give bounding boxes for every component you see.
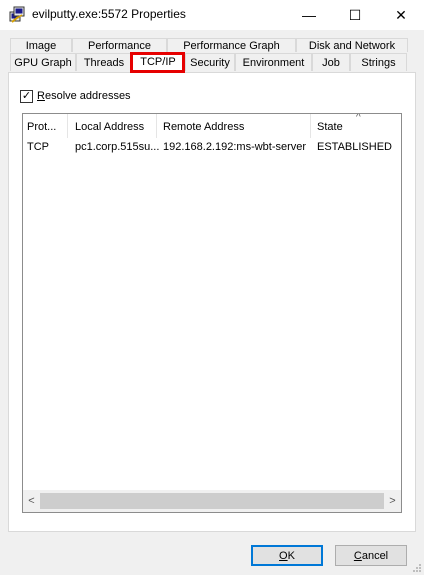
tab-security[interactable]: Security bbox=[185, 53, 235, 71]
label-rest: esolve addresses bbox=[44, 90, 131, 102]
minimize-button[interactable]: — bbox=[286, 0, 332, 30]
cell-protocol: TCP bbox=[27, 141, 49, 153]
tab-strings[interactable]: Strings bbox=[350, 53, 407, 71]
title-bar[interactable]: evilputty.exe:5572 Properties — ☐ ✕ bbox=[0, 0, 424, 30]
tab-gpu-graph[interactable]: GPU Graph bbox=[10, 53, 76, 71]
cancel-button[interactable]: Cancel bbox=[335, 545, 407, 566]
close-button[interactable]: ✕ bbox=[378, 0, 424, 30]
tab-performance[interactable]: Performance bbox=[72, 38, 167, 52]
connections-list[interactable]: Prot... Local Address Remote Address Sta… bbox=[22, 113, 402, 513]
tab-disk-and-network[interactable]: Disk and Network bbox=[296, 38, 408, 52]
cell-remote-address: 192.168.2.192:ms-wbt-server bbox=[163, 141, 307, 153]
scrollbar-thumb[interactable] bbox=[40, 493, 384, 509]
checkbox-box[interactable]: ✓ bbox=[20, 89, 33, 103]
tab-threads[interactable]: Threads bbox=[76, 53, 132, 71]
scroll-right-icon[interactable]: > bbox=[384, 490, 401, 512]
tab-performance-graph[interactable]: Performance Graph bbox=[167, 38, 296, 52]
tab-job[interactable]: Job bbox=[312, 53, 350, 71]
maximize-button[interactable]: ☐ bbox=[332, 0, 378, 30]
tab-strip: Image Performance Performance Graph Disk… bbox=[0, 30, 424, 73]
table-row[interactable]: TCP pc1.corp.515su... 192.168.2.192:ms-w… bbox=[23, 139, 401, 155]
column-header-protocol[interactable]: Prot... bbox=[23, 114, 68, 138]
access-key-r: R bbox=[37, 90, 45, 102]
cell-state: ESTABLISHED bbox=[317, 141, 392, 153]
tab-image[interactable]: Image bbox=[10, 38, 72, 52]
resolve-addresses-checkbox[interactable]: ✓ Resolve addresses bbox=[20, 88, 131, 104]
ok-rest: K bbox=[287, 549, 295, 562]
access-key-o: O bbox=[279, 549, 288, 562]
column-header-local-address[interactable]: Local Address bbox=[71, 114, 157, 138]
sort-arrow-icon: ^ bbox=[356, 113, 361, 123]
resolve-addresses-label: Resolve addresses bbox=[37, 90, 131, 102]
resize-grip-icon[interactable] bbox=[412, 563, 422, 573]
scroll-left-icon[interactable]: < bbox=[23, 490, 40, 512]
horizontal-scrollbar[interactable]: < > bbox=[23, 490, 401, 512]
check-icon: ✓ bbox=[21, 89, 32, 102]
window-title: evilputty.exe:5572 Properties bbox=[32, 7, 186, 21]
annotation-highlight-box bbox=[130, 52, 185, 73]
cell-local-address: pc1.corp.515su... bbox=[75, 141, 159, 153]
column-header-remote-address[interactable]: Remote Address bbox=[159, 114, 311, 138]
putty-icon bbox=[9, 6, 25, 23]
list-header: Prot... Local Address Remote Address Sta… bbox=[23, 114, 401, 138]
properties-window: evilputty.exe:5572 Properties — ☐ ✕ Imag… bbox=[0, 0, 424, 575]
tab-environment[interactable]: Environment bbox=[235, 53, 312, 71]
cancel-rest: ancel bbox=[361, 549, 389, 562]
ok-button[interactable]: OK bbox=[251, 545, 323, 566]
access-key-c: C bbox=[353, 549, 362, 562]
